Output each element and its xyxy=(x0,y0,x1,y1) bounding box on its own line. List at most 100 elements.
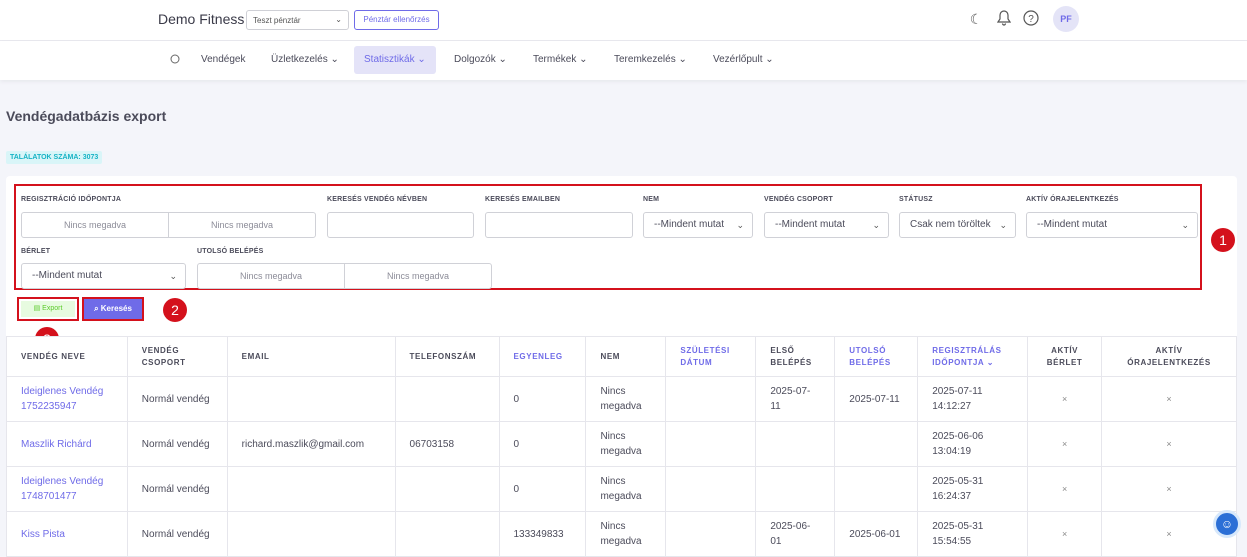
cell-balance: 0 xyxy=(498,421,587,467)
cell-last-entry xyxy=(834,421,919,467)
nav-item-guests[interactable]: Vendégek xyxy=(191,46,256,74)
cell-birth xyxy=(665,466,757,512)
cell-registration: 2025-05-31 16:24:37 xyxy=(917,466,1029,512)
cell-email xyxy=(226,511,396,557)
reg-date-range[interactable]: Nincs megadva Nincs megadva xyxy=(21,212,316,238)
table-row: Ideiglenes Vendég 1748701477 Normál vend… xyxy=(6,466,1237,512)
bell-icon[interactable] xyxy=(995,10,1013,28)
guest-name-link[interactable]: Maszlik Richárd xyxy=(6,421,128,467)
nav-item-statistics[interactable]: Statisztikák ⌄ xyxy=(354,46,436,74)
table-row: Maszlik Richárd Normál vendég richard.ma… xyxy=(6,421,1237,467)
pass-select[interactable]: --Mindent mutat ⌄ xyxy=(21,263,186,289)
register-select[interactable]: Teszt pénztár ⌄ xyxy=(246,10,349,30)
avatar[interactable]: PF xyxy=(1053,6,1079,32)
cell-birth xyxy=(665,511,757,557)
export-button[interactable]: ▤ Export xyxy=(17,297,79,321)
cell-registration: 2025-07-11 14:12:27 xyxy=(917,376,1029,422)
chevron-down-icon: ⌄ xyxy=(872,220,880,230)
cell-email xyxy=(226,376,396,422)
cell-email: richard.maszlik@gmail.com xyxy=(226,421,396,467)
main-nav: Vendégek Üzletkezelés ⌄ Statisztikák ⌄ D… xyxy=(0,41,1247,80)
help-icon[interactable]: ? xyxy=(1022,10,1040,28)
group-select[interactable]: --Mindent mutat ⌄ xyxy=(764,212,889,238)
page-title: Vendégadatbázis export xyxy=(6,108,167,124)
guest-table: VENDÉG NEVE VENDÉG CSOPORT EMAIL TELEFON… xyxy=(6,336,1237,557)
last-entry-label: UTOLSÓ BELÉPÉS xyxy=(197,248,264,255)
table-row: Kiss Pista Normál vendég 133349833 Nincs… xyxy=(6,511,1237,557)
cell-registration: 2025-05-31 15:54:55 xyxy=(917,511,1029,557)
guest-name-link[interactable]: Ideiglenes Vendég 1752235947 xyxy=(6,376,128,422)
chevron-down-icon: ⌄ xyxy=(736,220,744,230)
last-entry-from[interactable]: Nincs megadva xyxy=(198,264,344,288)
nav-item-products[interactable]: Termékek ⌄ xyxy=(523,46,598,74)
group-label: VENDÉG CSOPORT xyxy=(764,196,833,203)
cell-phone xyxy=(394,511,500,557)
col-last-entry[interactable]: UTOLSÓ BELÉPÉS xyxy=(834,336,919,377)
name-search-label: KERESÉS VENDÉG NÉVBEN xyxy=(327,196,428,203)
cell-registration: 2025-06-06 13:04:19 xyxy=(917,421,1029,467)
cell-last-entry: 2025-06-01 xyxy=(834,511,919,557)
col-gender[interactable]: NEM xyxy=(585,336,667,377)
nav-item-employees[interactable]: Dolgozók ⌄ xyxy=(444,46,517,74)
col-email[interactable]: EMAIL xyxy=(226,336,396,377)
moon-icon[interactable]: ☾ xyxy=(967,10,985,28)
col-birth-date[interactable]: SZÜLETÉSI DÁTUM xyxy=(665,336,757,377)
col-phone[interactable]: TELEFONSZÁM xyxy=(394,336,500,377)
cell-email xyxy=(226,466,396,512)
col-guest-group[interactable]: VENDÉG CSOPORT xyxy=(126,336,228,377)
cell-active-class: × xyxy=(1101,466,1237,512)
col-first-entry[interactable]: ELSŐ BELÉPÉS xyxy=(755,336,836,377)
last-entry-range[interactable]: Nincs megadva Nincs megadva xyxy=(197,263,492,289)
register-check-button[interactable]: Pénztár ellenőrzés xyxy=(354,10,439,30)
guest-name-link[interactable]: Ideiglenes Vendég 1748701477 xyxy=(6,466,128,512)
email-search-label: KERESÉS EMAILBEN xyxy=(485,196,561,203)
marker-1: 1 xyxy=(1211,228,1235,252)
col-balance[interactable]: EGYENLEG xyxy=(498,336,587,377)
col-guest-name[interactable]: VENDÉG NEVE xyxy=(6,336,128,377)
gender-select[interactable]: --Mindent mutat ⌄ xyxy=(643,212,753,238)
cell-gender: Nincs megadva xyxy=(585,421,667,467)
reg-date-to[interactable]: Nincs megadva xyxy=(168,213,315,237)
cell-gender: Nincs megadva xyxy=(585,466,667,512)
cell-balance: 0 xyxy=(498,466,587,512)
brand-name: Demo Fitness xyxy=(158,11,245,27)
chevron-down-icon: ⌄ xyxy=(335,15,342,24)
cell-active-pass: × xyxy=(1027,466,1103,512)
search-button[interactable]: ⌕ Keresés xyxy=(82,297,144,321)
cell-balance: 133349833 xyxy=(498,511,587,557)
status-select[interactable]: Csak nem töröltek ⌄ xyxy=(899,212,1016,238)
table-header-row: VENDÉG NEVE VENDÉG CSOPORT EMAIL TELEFON… xyxy=(6,336,1237,377)
cell-active-pass: × xyxy=(1027,376,1103,422)
table-row: Ideiglenes Vendég 1752235947 Normál vend… xyxy=(6,376,1237,422)
reg-date-from[interactable]: Nincs megadva xyxy=(22,213,168,237)
name-search-input[interactable] xyxy=(327,212,474,238)
reg-date-label: REGISZTRÁCIÓ IDŐPONTJA xyxy=(21,196,122,203)
nav-item-rooms[interactable]: Teremkezelés ⌄ xyxy=(604,46,697,74)
pass-label: BÉRLET xyxy=(21,248,51,255)
chat-bot-icon[interactable]: ☺ xyxy=(1213,510,1241,538)
active-class-select[interactable]: --Mindent mutat ⌄ xyxy=(1026,212,1198,238)
cell-group: Normál vendég xyxy=(126,421,228,467)
svg-text:?: ? xyxy=(1028,14,1034,25)
cell-last-entry xyxy=(834,466,919,512)
cell-gender: Nincs megadva xyxy=(585,511,667,557)
nav-item-dashboard[interactable]: Vezérlőpult ⌄ xyxy=(703,46,784,74)
cell-phone: 06703158 xyxy=(394,421,500,467)
export-label: ▤ Export xyxy=(21,301,75,317)
guest-name-link[interactable]: Kiss Pista xyxy=(6,511,128,557)
search-icon: ⌕ xyxy=(94,304,99,313)
cell-gender: Nincs megadva xyxy=(585,376,667,422)
email-search-input[interactable] xyxy=(485,212,633,238)
cell-balance: 0 xyxy=(498,376,587,422)
col-registration[interactable]: REGISZTRÁLÁS IDŐPONTJA ⌄ xyxy=(917,336,1029,377)
cell-birth xyxy=(665,421,757,467)
col-active-class[interactable]: AKTÍV ÓRAJELENTKEZÉS xyxy=(1101,336,1237,377)
cell-phone xyxy=(394,466,500,512)
home-icon[interactable] xyxy=(160,46,190,74)
cell-phone xyxy=(394,376,500,422)
chevron-down-icon: ⌄ xyxy=(1181,220,1189,230)
nav-item-business[interactable]: Üzletkezelés ⌄ xyxy=(261,46,349,74)
last-entry-to[interactable]: Nincs megadva xyxy=(344,264,491,288)
col-active-pass[interactable]: AKTÍV BÉRLET xyxy=(1027,336,1103,377)
cell-last-entry: 2025-07-11 xyxy=(834,376,919,422)
